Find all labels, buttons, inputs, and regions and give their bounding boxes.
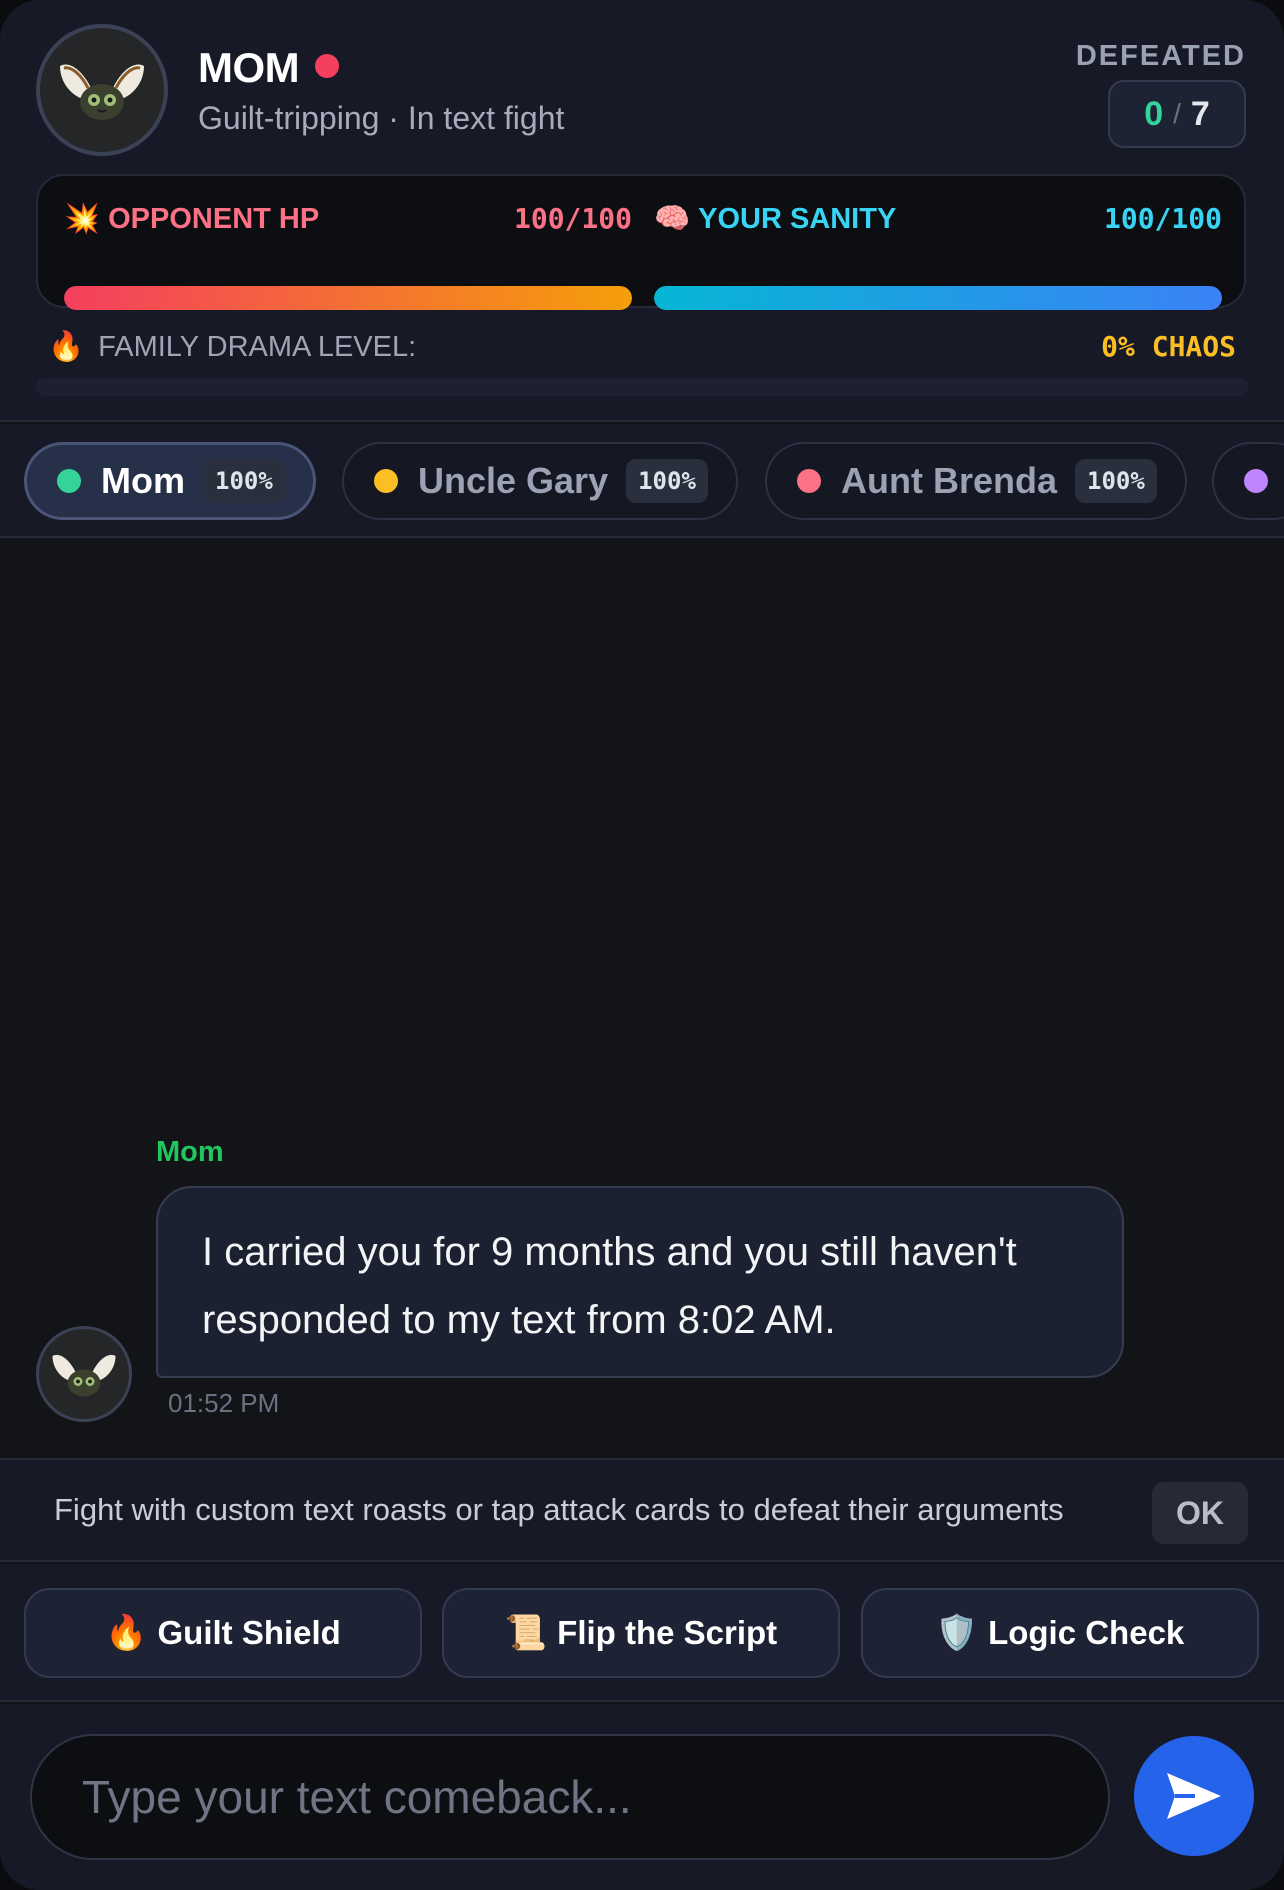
- drama-level-bar: [36, 378, 1248, 396]
- attack-card-flip-the-script[interactable]: 📜 Flip the Script: [442, 1588, 840, 1678]
- attack-cards: 🔥 Guilt Shield 📜 Flip the Script 🛡️ Logi…: [0, 1564, 1284, 1702]
- attack-card-label: Logic Check: [988, 1614, 1185, 1651]
- message-sender: Mom: [156, 1136, 224, 1168]
- your-sanity-bar-fill: [654, 286, 1222, 310]
- opponent-header: MOM Guilt-tripping · In text fight DEFEA…: [0, 0, 1284, 422]
- defeated-separator: /: [1173, 98, 1181, 129]
- opponent-avatar[interactable]: [36, 24, 168, 156]
- brain-icon: 🧠: [654, 203, 691, 235]
- defeated-label: DEFEATED: [1075, 40, 1246, 72]
- your-sanity-stat: 🧠 YOUR SANITY 100/100: [654, 202, 1222, 310]
- attack-card-label: Flip the Script: [557, 1614, 778, 1651]
- send-button[interactable]: [1134, 1736, 1254, 1856]
- opponent-hp-stat: 💥 OPPONENT HP 100/100: [64, 202, 632, 310]
- defeated-count: 0: [1144, 94, 1164, 133]
- tab-percent-badge: 100%: [1075, 459, 1157, 503]
- your-sanity-label: YOUR SANITY: [698, 202, 897, 235]
- opponent-hp-label: OPPONENT HP: [108, 202, 320, 235]
- hint-bar: Fight with custom text roasts or tap att…: [0, 1458, 1284, 1562]
- tab-aunt-brenda[interactable]: Aunt Brenda 100%: [765, 442, 1187, 520]
- tab-next-opponent[interactable]: [1212, 442, 1284, 520]
- message-timestamp: 01:52 PM: [168, 1388, 280, 1418]
- opponent-hp-bar: [64, 286, 632, 310]
- status-dot: [797, 469, 821, 493]
- opponent-status: Guilt-tripping · In text fight: [198, 100, 565, 136]
- defeated-total: 7: [1190, 94, 1210, 133]
- opponent-hp-bar-fill: [64, 286, 632, 310]
- attack-card-logic-check[interactable]: 🛡️ Logic Check: [861, 1588, 1259, 1678]
- hint-ok-button[interactable]: OK: [1152, 1482, 1248, 1544]
- sender-avatar: [36, 1326, 132, 1422]
- cat-ears-avatar-icon: [52, 1354, 116, 1397]
- tab-percent-badge: 100%: [203, 459, 285, 503]
- online-status-dot: [315, 54, 339, 78]
- opponent-hp-value: 100/100: [513, 202, 632, 235]
- tab-name: Uncle Gary: [418, 460, 609, 501]
- status-dot: [374, 469, 398, 493]
- app-window: MOM Guilt-tripping · In text fight DEFEA…: [0, 0, 1284, 1890]
- tab-percent-badge: 100%: [626, 459, 708, 503]
- chat-area[interactable]: Mom I carried you for 9 months and you s…: [0, 540, 1284, 1458]
- drama-level-row: 🔥 FAMILY DRAMA LEVEL: 0% CHAOS: [48, 326, 1236, 370]
- drama-level-label: FAMILY DRAMA LEVEL:: [98, 330, 417, 363]
- comeback-input[interactable]: [30, 1734, 1110, 1860]
- tab-name: Aunt Brenda: [841, 460, 1057, 501]
- message-bubble: I carried you for 9 months and you still…: [156, 1186, 1124, 1378]
- fire-icon: 🔥: [48, 331, 85, 363]
- scroll-icon: 📜: [504, 1614, 548, 1652]
- shield-icon: 🛡️: [935, 1614, 979, 1652]
- drama-level-value: 0% CHAOS: [1101, 330, 1236, 363]
- attack-card-guilt-shield[interactable]: 🔥 Guilt Shield: [24, 1588, 422, 1678]
- attack-card-label: Guilt Shield: [157, 1614, 341, 1651]
- send-arrow-icon: [1167, 1773, 1221, 1819]
- your-sanity-value: 100/100: [1103, 202, 1222, 235]
- tab-uncle-gary[interactable]: Uncle Gary 100%: [342, 442, 738, 520]
- opponent-name: MOM: [198, 44, 300, 91]
- stats-card: 💥 OPPONENT HP 100/100 🧠 YOUR SANITY 100/…: [36, 174, 1246, 310]
- explosion-icon: 💥: [64, 203, 101, 235]
- status-dot: [57, 469, 81, 493]
- cat-ears-avatar-icon: [60, 64, 144, 120]
- message-composer: [0, 1704, 1284, 1890]
- tab-name: Mom: [101, 460, 185, 501]
- fire-icon: 🔥: [105, 1614, 148, 1652]
- hint-text: Fight with custom text roasts or tap att…: [54, 1492, 1064, 1527]
- your-sanity-bar: [654, 286, 1222, 310]
- tab-mom[interactable]: Mom 100%: [24, 442, 316, 520]
- defeated-counter: 0 / 7: [1108, 80, 1246, 148]
- status-dot: [1244, 469, 1268, 493]
- opponent-tabs: Mom 100% Uncle Gary 100% Aunt Brenda 100…: [0, 424, 1284, 538]
